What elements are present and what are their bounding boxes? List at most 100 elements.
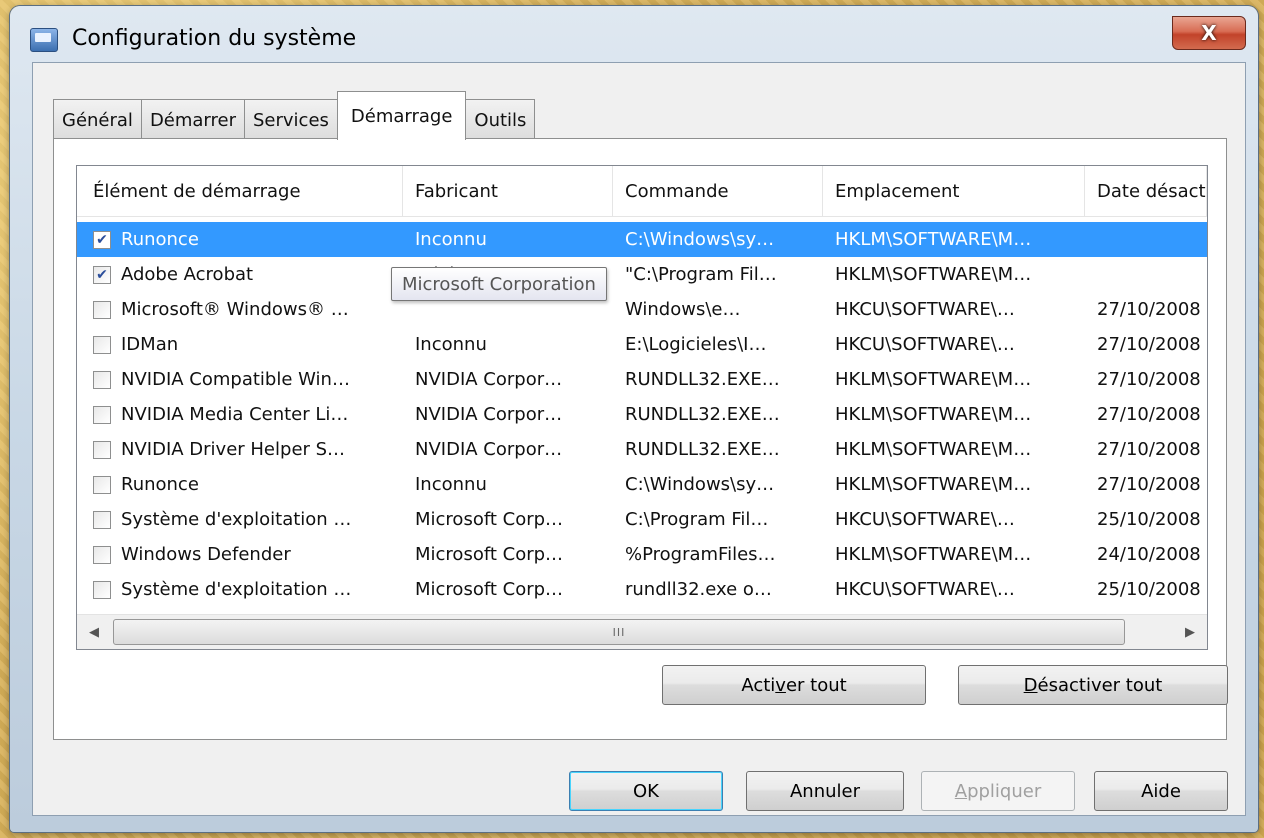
startup-item-checkbox[interactable]: ✔ (93, 230, 111, 249)
disable-all-button[interactable]: Désactiver tout (958, 665, 1228, 705)
location-cell: HKCU\SOFTWARE\… (823, 292, 1085, 327)
scroll-thumb[interactable]: III (113, 619, 1125, 645)
table-row[interactable]: ✔Adobe AcrobatAdobe System…"C:\Program F… (77, 257, 1207, 292)
dialog-client-area: Général Démarrer Services Démarrage Outi… (32, 62, 1246, 816)
startup-item-checkbox[interactable] (93, 300, 111, 319)
startup-item-name-cell: ✔ Runonce (77, 222, 403, 257)
manufacturer-cell: Inconnu (403, 467, 613, 502)
manufacturer-cell: NVIDIA Corpor… (403, 397, 613, 432)
location-text: HKLM\SOFTWARE\M… (835, 439, 1032, 460)
location-cell: HKCU\SOFTWARE\… (823, 572, 1085, 607)
startup-item-checkbox[interactable] (93, 545, 111, 564)
column-header-date-disabled[interactable]: Date désact (1085, 166, 1207, 216)
column-header-startup-item[interactable]: Élément de démarrage (77, 166, 403, 216)
startup-item-name-text: NVIDIA Media Center Li… (121, 404, 349, 425)
command-cell: C:\Program Fil… (613, 502, 823, 537)
column-header-command[interactable]: Commande (613, 166, 823, 216)
date-disabled-text: 27/10/2008 (1097, 474, 1201, 495)
startup-item-checkbox[interactable] (93, 405, 111, 424)
startup-items-list[interactable]: Élément de démarrage Fabricant Commande … (76, 165, 1208, 650)
startup-item-name-text: Système d'exploitation … (121, 509, 352, 530)
date-disabled-text: 24/10/2008 (1097, 544, 1201, 565)
table-row[interactable]: Windows Defender Microsoft Corp… %ProgramF… (77, 537, 1207, 572)
manufacturer-text: NVIDIA Corpor… (415, 439, 563, 460)
command-cell: "C:\Program Fil… (613, 257, 823, 292)
startup-item-checkbox[interactable] (93, 370, 111, 389)
horizontal-scrollbar[interactable]: ◀ III ▶ (77, 614, 1207, 649)
date-disabled-text: 27/10/2008 (1097, 404, 1201, 425)
table-row[interactable]: ✔ Runonce Inconnu C:\Windows\sy… HKLM\SOFTWA… (77, 222, 1207, 257)
column-header-location[interactable]: Emplacement (823, 166, 1085, 216)
startup-item-checkbox[interactable] (93, 440, 111, 459)
date-disabled-text: 27/10/2008 (1097, 369, 1201, 390)
scroll-right-arrow-icon[interactable]: ▶ (1173, 615, 1207, 649)
location-text: HKCU\SOFTWARE\… (835, 334, 1015, 355)
startup-item-name-text: Microsoft® Windows® … (121, 299, 349, 320)
apply-button[interactable]: Appliquer (921, 771, 1075, 811)
cancel-button[interactable]: Annuler (746, 771, 904, 811)
manufacturer-cell: NVIDIA Corpor… (403, 362, 613, 397)
startup-item-name-cell: Windows Defender (77, 537, 403, 572)
location-text: HKLM\SOFTWARE\M… (835, 369, 1032, 390)
close-button[interactable]: X (1172, 16, 1246, 50)
startup-item-name-text: Windows Defender (121, 544, 291, 565)
manufacturer-text: Microsoft Corp… (415, 579, 564, 600)
tab-boot[interactable]: Démarrer (140, 99, 245, 140)
startup-item-checkbox[interactable] (93, 335, 111, 354)
table-row[interactable]: NVIDIA Compatible Win… NVIDIA Corpor… RUND… (77, 362, 1207, 397)
table-row[interactable]: NVIDIA Driver Helper S… NVIDIA Corpor… RUN… (77, 432, 1207, 467)
window-title: Configuration du système (72, 26, 357, 51)
manufacturer-cell: Microsoft Corp… (403, 537, 613, 572)
enable-all-mnemonic: v (775, 674, 786, 696)
date-disabled-cell: 25/10/2008 (1085, 572, 1207, 607)
table-row[interactable]: NVIDIA Media Center Li… NVIDIA Corpor… RUN… (77, 397, 1207, 432)
ok-button[interactable]: OK (569, 771, 723, 811)
location-text: HKLM\SOFTWARE\M… (835, 474, 1032, 495)
startup-item-name-cell: Microsoft® Windows® … (77, 292, 403, 327)
enable-all-button[interactable]: Acti v er tout (662, 665, 926, 705)
location-text: HKCU\SOFTWARE\… (835, 579, 1015, 600)
location-cell: HKLM\SOFTWARE\M… (823, 397, 1085, 432)
table-row[interactable]: Microsoft® Windows® … Windows\e… HKCU\SOFT… (77, 292, 1207, 327)
startup-item-name-cell: IDMan (77, 327, 403, 362)
scroll-left-arrow-icon[interactable]: ◀ (77, 615, 111, 649)
date-disabled-text: 27/10/2008 (1097, 439, 1201, 460)
startup-item-name-cell: NVIDIA Compatible Win… (77, 362, 403, 397)
startup-item-name-text: NVIDIA Compatible Win… (121, 369, 350, 390)
command-cell: Windows\e… (613, 292, 823, 327)
command-cell: C:\Windows\sy… (613, 467, 823, 502)
tab-startup[interactable]: Démarrage (336, 91, 467, 140)
startup-item-name-text: Runonce (121, 229, 199, 250)
date-disabled-text: 25/10/2008 (1097, 509, 1201, 530)
startup-item-checkbox[interactable] (93, 580, 111, 599)
command-text: Windows\e… (625, 299, 741, 320)
command-text: C:\Windows\sy… (625, 229, 775, 250)
tab-tools[interactable]: Outils (465, 99, 536, 140)
startup-item-checkbox[interactable] (93, 510, 111, 529)
date-disabled-cell: 27/10/2008 (1085, 432, 1207, 467)
table-row[interactable]: Système d'exploitation … Microsoft Corp… C… (77, 502, 1207, 537)
table-row[interactable]: Runonce Inconnu C:\Windows\sy… HKLM\SOFTWAR… (77, 467, 1207, 502)
startup-item-checkbox[interactable]: ✔ (93, 265, 111, 284)
location-text: HKCU\SOFTWARE\… (835, 299, 1015, 320)
scroll-grip-icon: III (612, 625, 626, 639)
table-row[interactable]: IDMan Inconnu E:\Logicieles\I… HKCU\SOFTWAR… (77, 327, 1207, 362)
tab-strip: Général Démarrer Services Démarrage Outi… (53, 91, 536, 140)
manufacturer-cell: Inconnu (403, 222, 613, 257)
enable-all-label-start: Acti (741, 674, 776, 696)
table-row[interactable]: Système d'exploitation … Microsoft Corp… r… (77, 572, 1207, 607)
command-cell: C:\Windows\sy… (613, 222, 823, 257)
manufacturer-tooltip: Microsoft Corporation (391, 267, 607, 301)
command-text: RUNDLL32.EXE… (625, 404, 780, 425)
manufacturer-text: Inconnu (415, 334, 487, 355)
tab-general[interactable]: Général (53, 99, 142, 140)
column-header-manufacturer[interactable]: Fabricant (403, 166, 613, 216)
startup-item-checkbox[interactable] (93, 475, 111, 494)
location-text: HKCU\SOFTWARE\… (835, 509, 1015, 530)
location-cell: HKLM\SOFTWARE\M… (823, 432, 1085, 467)
command-text: rundll32.exe o… (625, 579, 772, 600)
date-disabled-text: 25/10/2008 (1097, 579, 1201, 600)
startup-item-name-cell: ✔ Adobe Acrobat (77, 257, 403, 292)
tab-services[interactable]: Services (244, 99, 338, 140)
help-button[interactable]: Aide (1094, 771, 1228, 811)
